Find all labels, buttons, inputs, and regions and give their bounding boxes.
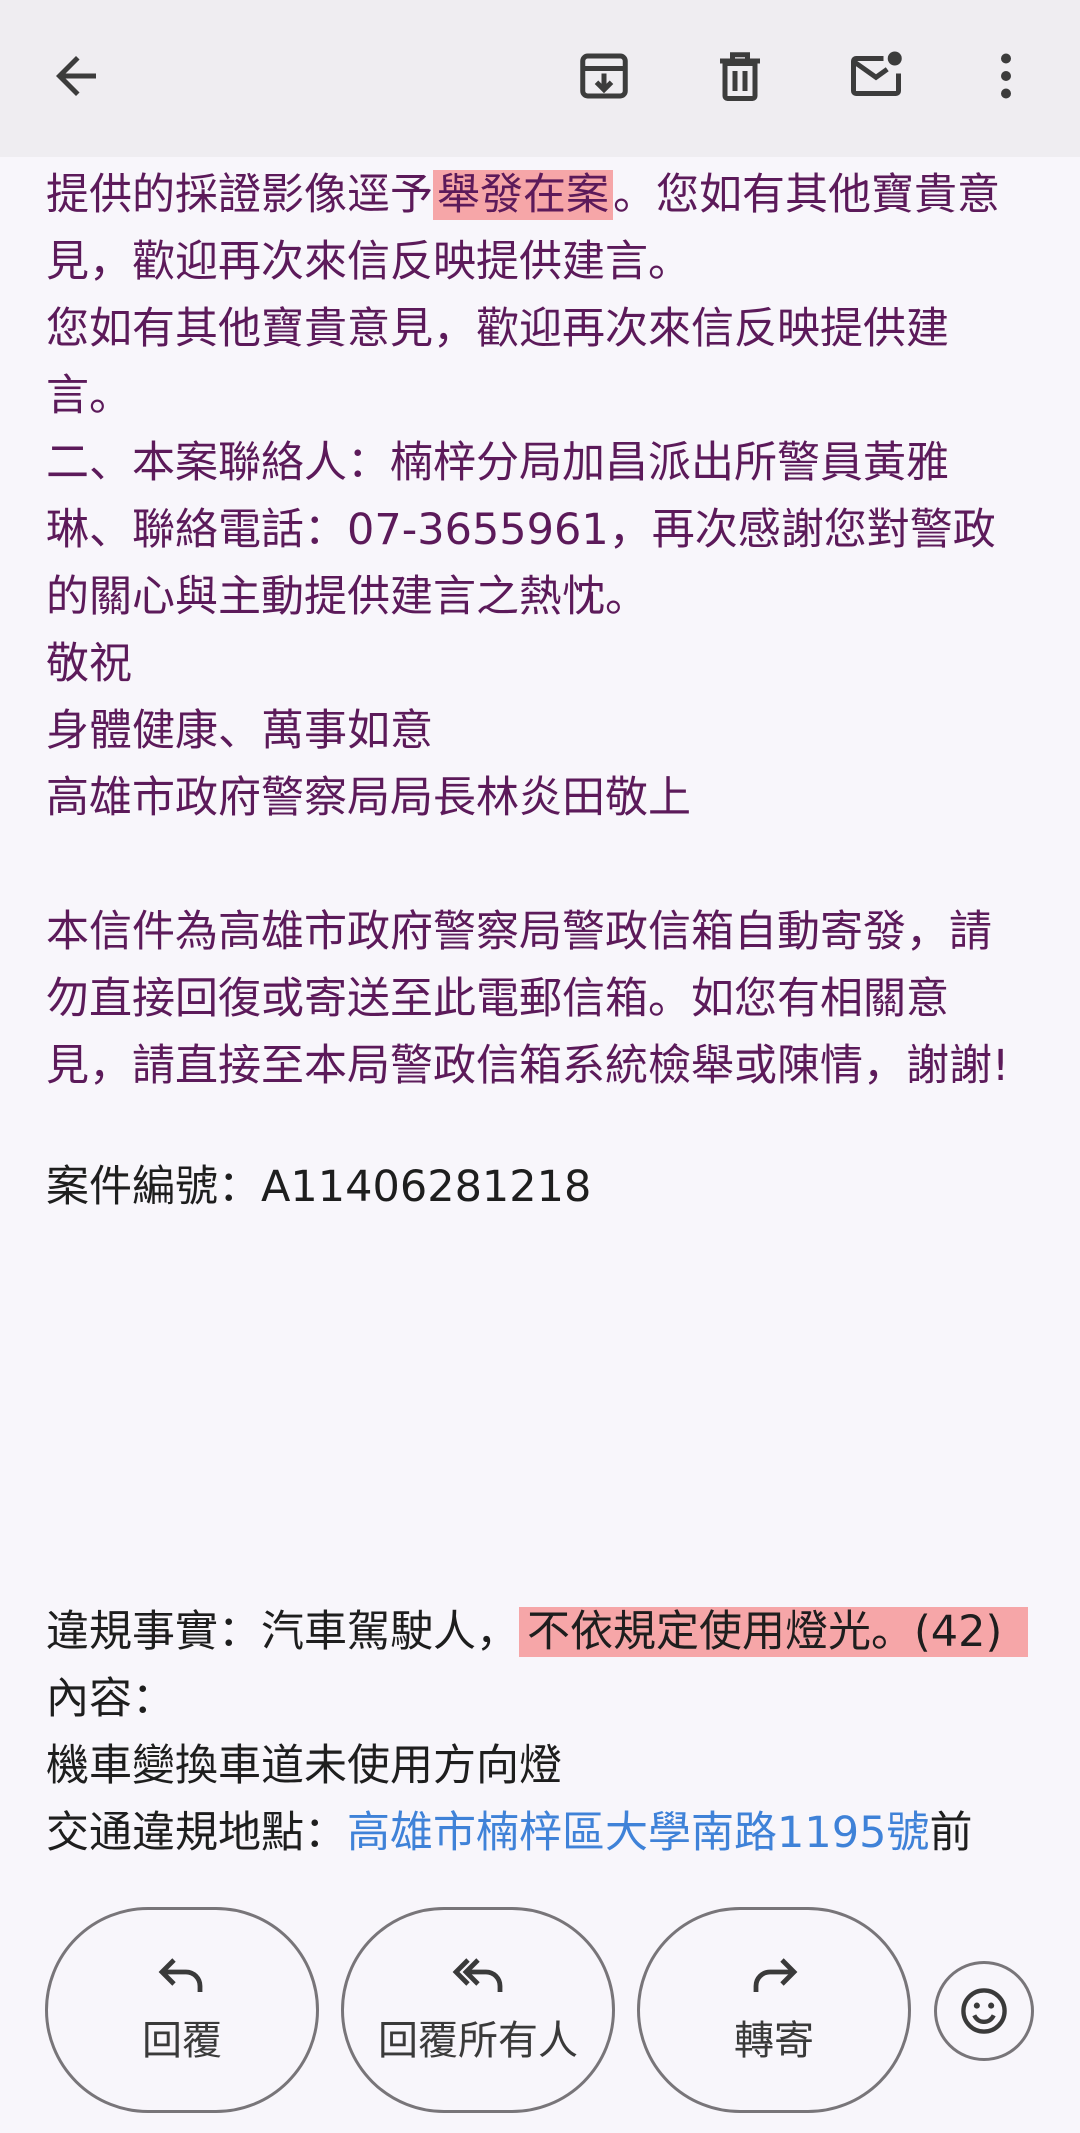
mail-unread-icon	[851, 51, 902, 96]
back-button[interactable]	[28, 28, 124, 124]
body-line: 提供的採證影像逕予舉發在案。您如有其他寶貴意	[46, 170, 1000, 220]
violation-location: 交通違規地點：高雄市楠梓區大學南路1195號前	[46, 1808, 973, 1858]
email-body: 提供的採證影像逕予舉發在案。您如有其他寶貴意 見，歡迎再次來信反映提供建言。 您…	[46, 162, 1046, 1221]
reply-all-button[interactable]: 回覆所有人	[341, 1907, 615, 2113]
notice-line: 勿直接回復或寄送至此電郵信箱。如您有相關意	[46, 974, 949, 1024]
body-line: 的關心與主動提供建言之熱忱。	[46, 572, 648, 622]
case-number: 案件編號：A11406281218	[46, 1162, 592, 1212]
body-line: 見，歡迎再次來信反映提供建言。	[46, 237, 691, 287]
highlighted-text: 舉發在案	[433, 170, 613, 220]
action-bar: 回覆 回覆所有人 轉寄	[0, 1907, 1080, 2113]
trash-icon	[720, 52, 760, 101]
body-line: 二、本案聯絡人：楠梓分局加昌派出所警員黃雅	[46, 438, 949, 488]
location-link[interactable]: 高雄市楠梓區大學南路1195號	[347, 1808, 929, 1858]
body-line: 您如有其他寶貴意見，歡迎再次來信反映提供建	[46, 304, 949, 354]
body-line: 琳、聯絡電話：07-3655961，再次感謝您對警政	[46, 505, 996, 555]
body-line: 敬祝	[46, 639, 132, 689]
smiley-icon	[961, 1988, 1007, 2034]
highlighted-text: 不依規定使用燈光。(42)	[519, 1607, 1029, 1657]
body-line: 言。	[46, 371, 132, 421]
mark-unread-button[interactable]	[828, 28, 924, 124]
forward-button[interactable]: 轉寄	[637, 1907, 911, 2113]
reply-all-icon	[452, 1958, 503, 1992]
violation-details: 違規事實：汽車駕駛人， 不依規定使用燈光。(42) 內容： 機車變換車道未使用方向…	[46, 1599, 1066, 1867]
emoji-reaction-button[interactable]	[934, 1961, 1034, 2061]
more-vert-icon	[1001, 53, 1011, 99]
content-label: 內容：	[46, 1674, 175, 1724]
reply-icon	[158, 1958, 203, 1992]
notice-line: 本信件為高雄市政府警察局警政信箱自動寄發，請	[46, 907, 992, 957]
arrow-back-icon	[56, 56, 96, 96]
notice-line: 見，請直接至本局警政信箱系統檢舉或陳情，謝謝!	[46, 1041, 1010, 1091]
more-options-button[interactable]	[958, 28, 1054, 124]
delete-button[interactable]	[692, 28, 788, 124]
reply-button[interactable]: 回覆	[45, 1907, 319, 2113]
content-text: 機車變換車道未使用方向燈	[46, 1741, 562, 1791]
body-line: 身體健康、萬事如意	[46, 706, 433, 756]
top-app-bar	[0, 0, 1080, 157]
violation-fact: 違規事實：汽車駕駛人， 不依規定使用燈光。(42)	[46, 1599, 1066, 1666]
body-line: 高雄市政府警察局局長林炎田敬上	[46, 773, 691, 823]
archive-icon	[580, 53, 628, 99]
forward-icon	[753, 1958, 798, 1992]
archive-button[interactable]	[556, 28, 652, 124]
